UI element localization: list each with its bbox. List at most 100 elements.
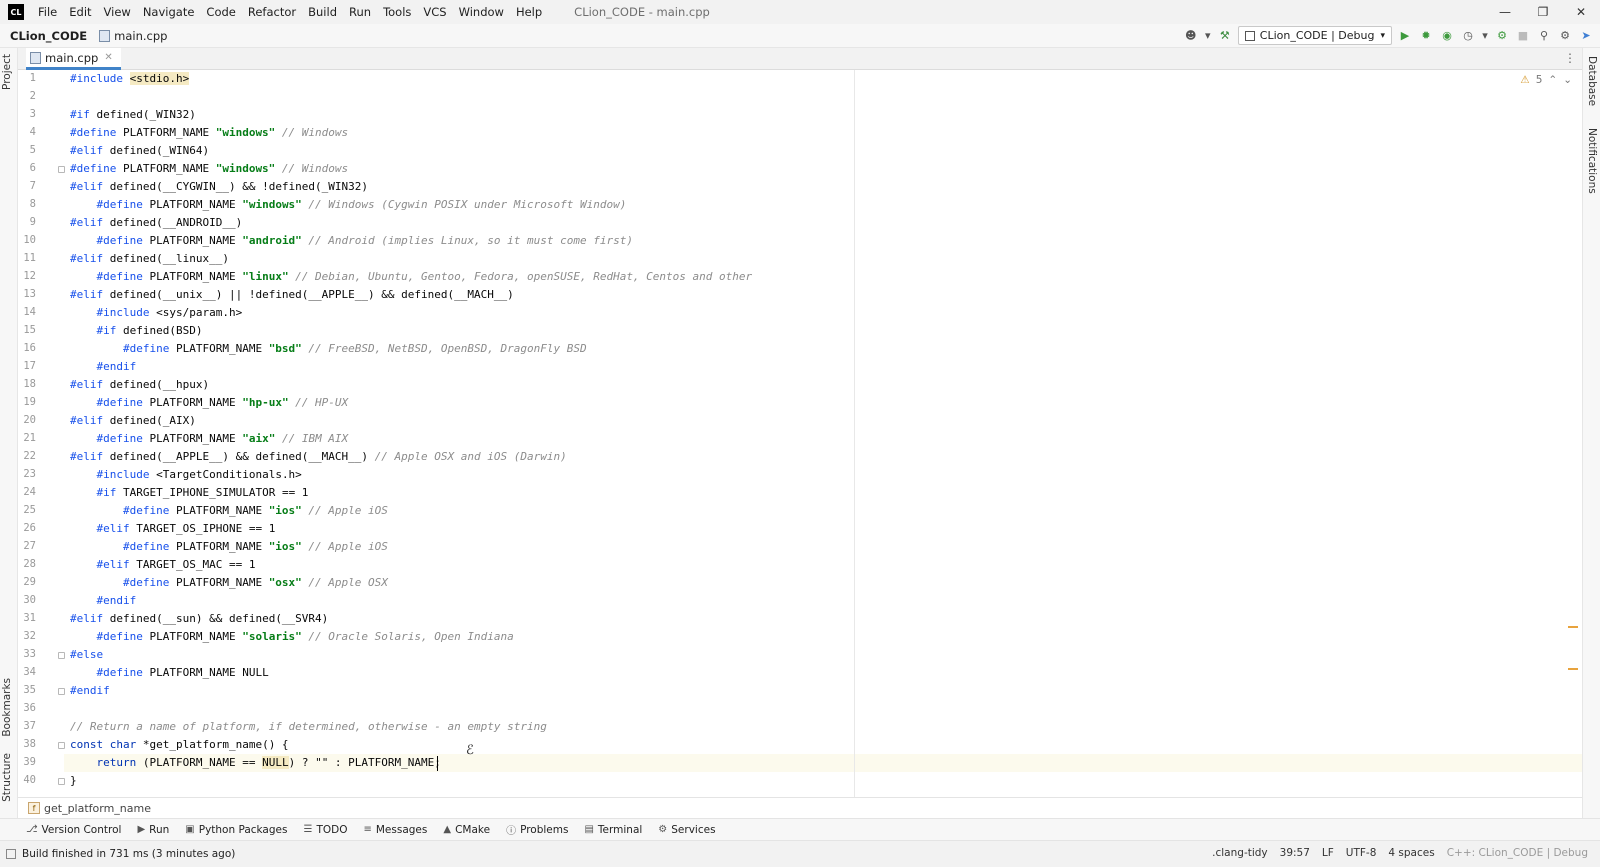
menu-build[interactable]: Build [302,5,343,19]
run-icon[interactable]: ▶ [1397,28,1413,44]
structure-tool-tab[interactable]: Structure [1,753,13,802]
status-message[interactable]: Build finished in 731 ms (3 minutes ago) [0,848,235,860]
menu-window[interactable]: Window [453,5,510,19]
code-line[interactable]: #if defined(BSD) [70,322,203,340]
code-line[interactable]: #define PLATFORM_NAME NULL [70,664,269,682]
breadcrumb-function[interactable]: get_platform_name [44,802,151,815]
code-line[interactable]: const char *get_platform_name() { [70,736,289,754]
code-line[interactable]: #define PLATFORM_NAME "windows" // Windo… [70,196,627,214]
tool-window-button[interactable]: ⎇ Version Control [26,824,121,836]
code-line[interactable]: return (PLATFORM_NAME == NULL) ? "" : PL… [70,754,441,772]
build-hammer-icon[interactable]: ⚒ [1217,28,1233,44]
line-number[interactable]: 30 [18,594,36,606]
bookmarks-tool-tab[interactable]: Bookmarks [1,678,13,737]
line-number[interactable]: 20 [18,414,36,426]
line-number[interactable]: 25 [18,504,36,516]
menu-run[interactable]: Run [343,5,377,19]
fold-marker-icon[interactable] [58,742,65,749]
chevron-down-icon[interactable]: ▾ [1481,28,1489,44]
code-line[interactable]: #include <sys/param.h> [70,304,243,322]
tool-window-button[interactable]: ⚙ Services [658,824,715,836]
line-number[interactable]: 16 [18,342,36,354]
restore-icon[interactable]: ❐ [1524,0,1562,24]
line-number[interactable]: 8 [18,198,36,210]
code-line[interactable]: #define PLATFORM_NAME "solaris" // Oracl… [70,628,514,646]
toggle-tool-windows-icon[interactable] [6,849,16,859]
line-number[interactable]: 38 [18,738,36,750]
line-number[interactable]: 29 [18,576,36,588]
menu-file[interactable]: File [32,5,63,19]
tool-window-button[interactable]: ☰ TODO [303,824,347,836]
line-number[interactable]: 21 [18,432,36,444]
line-number[interactable]: 26 [18,522,36,534]
code-line[interactable]: #elif defined(__APPLE__) && defined(__MA… [70,448,567,466]
notifications-tool-tab[interactable]: Notifications [1586,128,1598,194]
breadcrumb-file[interactable]: main.cpp [89,29,169,43]
line-number[interactable]: 7 [18,180,36,192]
line-number[interactable]: 27 [18,540,36,552]
line-number-gutter[interactable]: 1 2 3 4 5 6 7 8 9 10 11 12 13 14 15 16 17 18 19 20 21 22 23 24 2… [18,70,65,797]
tool-window-button[interactable]: ▲ CMake [443,824,490,836]
code-line[interactable]: #define PLATFORM_NAME "windows" // Windo… [70,124,348,142]
warning-marker[interactable] [1568,626,1578,628]
fold-marker-icon[interactable] [58,166,65,173]
code-line[interactable]: #else [70,646,103,664]
close-tab-icon[interactable]: ✕ [104,52,112,63]
line-number[interactable]: 11 [18,252,36,264]
tool-window-button[interactable]: ⓘ Problems [506,822,568,838]
code-line[interactable]: #define PLATFORM_NAME "osx" // Apple OSX [70,574,388,592]
settings-gear-icon[interactable]: ⚙ [1557,28,1573,44]
code-line[interactable]: #elif defined(_WIN64) [70,142,209,160]
line-number[interactable]: 36 [18,702,36,714]
line-number[interactable]: 37 [18,720,36,732]
tool-window-button[interactable]: ▣ Python Packages [185,824,287,836]
code-line[interactable]: #elif defined(__unix__) || !defined(__AP… [70,286,514,304]
tool-window-button[interactable]: ≡ Messages [363,824,427,836]
run-configuration-select[interactable]: CLion_CODE | Debug ▾ [1237,26,1392,45]
code-line[interactable]: #define PLATFORM_NAME "bsd" // FreeBSD, … [70,340,587,358]
menu-code[interactable]: Code [200,5,241,19]
chevron-up-icon[interactable]: ⌃ [1548,74,1557,86]
line-ending-widget[interactable]: LF [1322,847,1334,859]
code-line[interactable]: #elif defined(__sun) && defined(__SVR4) [70,610,328,628]
line-number[interactable]: 31 [18,612,36,624]
update-icon[interactable]: ➤ [1578,28,1594,44]
line-number[interactable]: 28 [18,558,36,570]
project-tool-tab[interactable]: Project [1,54,13,90]
profile-icon[interactable]: ◷ [1460,28,1476,44]
tab-main-cpp[interactable]: main.cpp ✕ [26,48,121,70]
menu-help[interactable]: Help [510,5,548,19]
code-line[interactable]: #define PLATFORM_NAME "ios" // Apple iOS [70,502,388,520]
line-number[interactable]: 23 [18,468,36,480]
warning-marker[interactable] [1568,668,1578,670]
search-icon[interactable]: ⚲ [1536,28,1552,44]
code-line[interactable]: #define PLATFORM_NAME "windows" // Windo… [70,160,348,178]
line-number[interactable]: 39 [18,756,36,768]
line-number[interactable]: 19 [18,396,36,408]
code-line[interactable]: #define PLATFORM_NAME "hp-ux" // HP-UX [70,394,349,412]
code-line[interactable]: #define PLATFORM_NAME "ios" // Apple iOS [70,538,388,556]
line-number[interactable]: 9 [18,216,36,228]
line-number[interactable]: 4 [18,126,36,138]
code-line[interactable]: #if defined(_WIN32) [70,106,196,124]
encoding-widget[interactable]: UTF-8 [1346,847,1377,859]
code-line[interactable]: #elif TARGET_OS_IPHONE == 1 [70,520,276,538]
line-number[interactable]: 15 [18,324,36,336]
database-tool-tab[interactable]: Database [1586,56,1598,106]
line-number[interactable]: 18 [18,378,36,390]
line-number[interactable]: 17 [18,360,36,372]
line-number[interactable]: 14 [18,306,36,318]
tool-window-button[interactable]: ▤ Terminal [584,824,642,836]
code-line[interactable]: #elif defined(__CYGWIN__) && !defined(_W… [70,178,368,196]
code-line[interactable]: #elif defined(_AIX) [70,412,196,430]
code-line[interactable]: #elif defined(__linux__) [70,250,229,268]
menu-vcs[interactable]: VCS [417,5,452,19]
line-number[interactable]: 33 [18,648,36,660]
code-line[interactable]: } [70,772,77,790]
attach-debugger-icon[interactable]: ⚙ [1494,28,1510,44]
indent-widget[interactable]: 4 spaces [1388,847,1434,859]
linter-widget[interactable]: .clang-tidy [1212,847,1267,859]
minimize-icon[interactable]: — [1486,0,1524,24]
inspection-widget[interactable]: ⚠ 5 ⌃ ⌄ [1520,74,1572,86]
fold-marker-icon[interactable] [58,688,65,695]
